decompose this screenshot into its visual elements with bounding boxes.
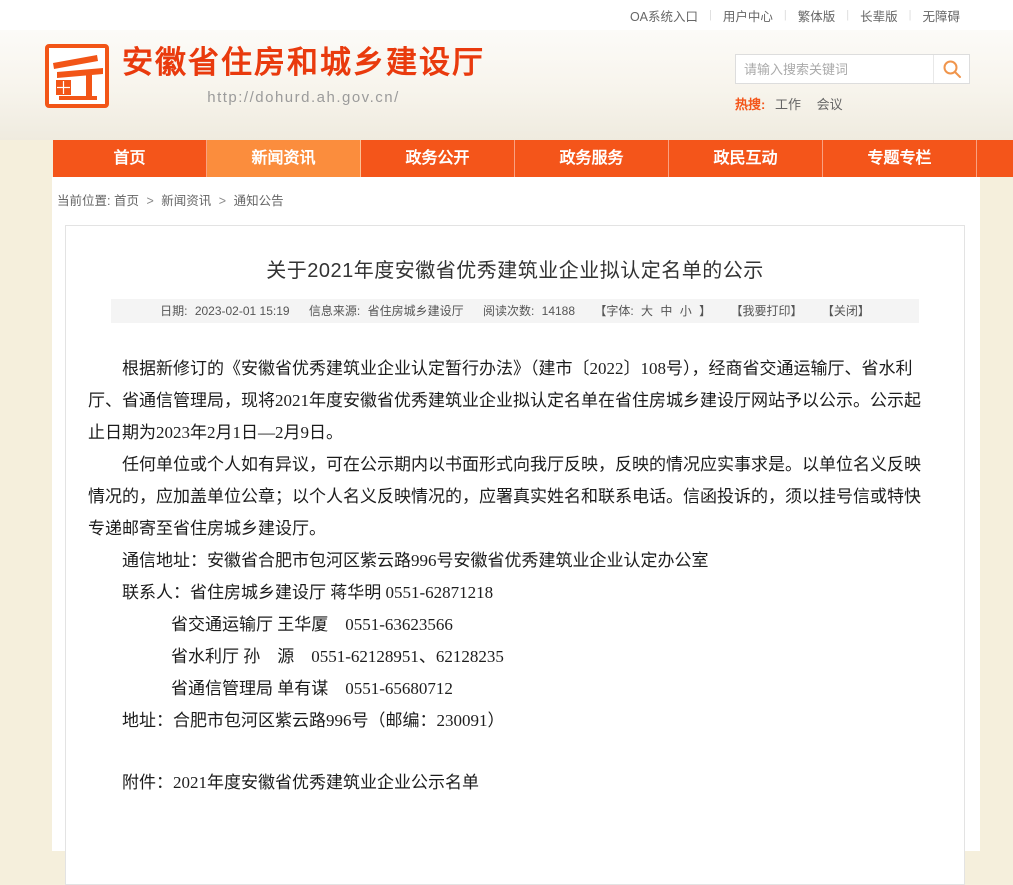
topbar-link-accessibility[interactable]: 无障碍	[922, 6, 960, 25]
search-area: 热搜: 工作 会议	[735, 54, 970, 113]
breadcrumb-separator: >	[146, 194, 153, 208]
article-paragraph-mailing-address: 通信地址：安徽省合肥市包河区紫云路996号安徽省优秀建筑业企业认定办公室	[88, 545, 934, 577]
breadcrumb-separator: >	[219, 194, 226, 208]
article-paragraph-contact-housing: 联系人：省住房城乡建设厅 蒋华明 0551-62871218	[88, 577, 934, 609]
site-logo-block[interactable]: 安徽省住房和城乡建设厅 http://dohurd.ah.gov.cn/	[45, 40, 485, 108]
topbar-separator: |	[784, 9, 787, 21]
article-title: 关于2021年度安徽省优秀建筑业企业拟认定名单的公示	[66, 254, 964, 283]
main-container: 当前位置: 首页 > 新闻资讯 > 通知公告 关于2021年度安徽省优秀建筑业企…	[52, 177, 980, 851]
topbar-link-traditional[interactable]: 繁体版	[798, 6, 836, 25]
hot-search-label: 热搜:	[735, 97, 765, 112]
article-paragraph: 任何单位或个人如有异议，可在公示期内以书面形式向我厅反映，反映的情况应实事求是。…	[88, 449, 934, 545]
article-paragraph-contact-transport: 省交通运输厅 王华厦 0551-63623566	[88, 609, 934, 641]
article-box: 关于2021年度安徽省优秀建筑业企业拟认定名单的公示 日期: 2023-02-0…	[65, 225, 965, 885]
nav-item-news[interactable]: 新闻资讯	[207, 140, 361, 177]
breadcrumb-label: 当前位置:	[57, 194, 110, 208]
print-button[interactable]: 【我要打印】	[730, 304, 802, 318]
nav-item-gov-info[interactable]: 政务公开	[361, 140, 515, 177]
article-paragraph-address: 地址：合肥市包河区紫云路996号（邮编：230091）	[88, 705, 934, 737]
meta-source-value: 省住房城乡建设厅	[368, 304, 464, 318]
font-size-medium-button[interactable]: 中	[660, 304, 672, 318]
article-paragraph: 根据新修订的《安徽省优秀建筑业企业认定暂行办法》（建市〔2022〕108号），经…	[88, 353, 934, 449]
nav-item-partial[interactable]	[977, 140, 1013, 177]
breadcrumb-home[interactable]: 首页	[114, 194, 139, 208]
meta-views-value: 14188	[542, 304, 575, 318]
meta-source-label: 信息来源:	[309, 304, 360, 318]
nav-item-home[interactable]: 首页	[53, 140, 207, 177]
article-meta-bar: 日期: 2023-02-01 15:19 信息来源: 省住房城乡建设厅 阅读次数…	[111, 299, 919, 323]
article-body: 根据新修订的《安徽省优秀建筑业企业认定暂行办法》（建市〔2022〕108号），经…	[88, 353, 934, 799]
attachment-link[interactable]: 附件：2021年度安徽省优秀建筑业企业公示名单	[88, 767, 934, 799]
search-icon	[942, 59, 962, 79]
close-button[interactable]: 【关闭】	[822, 304, 870, 318]
agency-gate-logo-icon	[45, 44, 109, 108]
meta-font-close: 】	[699, 304, 711, 318]
site-title: 安徽省住房和城乡建设厅	[122, 42, 485, 84]
meta-views-label: 阅读次数:	[483, 304, 534, 318]
page: { "topbar": { "separator": "|", "links":…	[0, 0, 1013, 851]
search-box	[735, 54, 970, 84]
font-size-large-button[interactable]: 大	[641, 304, 653, 318]
site-title-wrap: 安徽省住房和城乡建设厅 http://dohurd.ah.gov.cn/	[122, 40, 485, 108]
hot-keyword-work[interactable]: 工作	[775, 97, 801, 112]
meta-date-label: 日期:	[160, 304, 187, 318]
main-nav: 首页 新闻资讯 政务公开 政务服务 政民互动 专题专栏	[53, 140, 1013, 177]
topbar-separator: |	[709, 9, 712, 21]
topbar-separator: |	[846, 9, 849, 21]
breadcrumb: 当前位置: 首页 > 新闻资讯 > 通知公告	[52, 177, 980, 209]
search-input[interactable]	[736, 55, 933, 83]
breadcrumb-news[interactable]: 新闻资讯	[161, 194, 211, 208]
site-header: 安徽省住房和城乡建设厅 http://dohurd.ah.gov.cn/ 热搜:…	[0, 30, 1013, 140]
top-utility-bar: OA系统入口 | 用户中心 | 繁体版 | 长辈版 | 无障碍	[0, 0, 1013, 30]
meta-date-value: 2023-02-01 15:19	[195, 304, 290, 318]
topbar-links: OA系统入口 | 用户中心 | 繁体版 | 长辈版 | 无障碍	[630, 0, 960, 30]
topbar-link-elder[interactable]: 长辈版	[860, 6, 898, 25]
article-paragraph-contact-telecom: 省通信管理局 单有谋 0551-65680712	[88, 673, 934, 705]
topbar-link-user-center[interactable]: 用户中心	[723, 6, 773, 25]
topbar-separator: |	[909, 9, 912, 21]
nav-item-gov-services[interactable]: 政务服务	[515, 140, 669, 177]
nav-item-special-topics[interactable]: 专题专栏	[823, 140, 977, 177]
meta-font-open: 【字体:	[594, 304, 633, 318]
font-size-small-button[interactable]: 小	[680, 304, 692, 318]
search-button[interactable]	[933, 55, 969, 83]
hot-search-row: 热搜: 工作 会议	[735, 94, 970, 113]
topbar-link-oa[interactable]: OA系统入口	[630, 6, 698, 25]
hot-keyword-meeting[interactable]: 会议	[817, 97, 843, 112]
nav-item-interaction[interactable]: 政民互动	[669, 140, 823, 177]
article-paragraph-contact-water: 省水利厅 孙 源 0551-62128951、62128235	[88, 641, 934, 673]
site-url: http://dohurd.ah.gov.cn/	[122, 89, 485, 106]
breadcrumb-notices[interactable]: 通知公告	[234, 194, 284, 208]
